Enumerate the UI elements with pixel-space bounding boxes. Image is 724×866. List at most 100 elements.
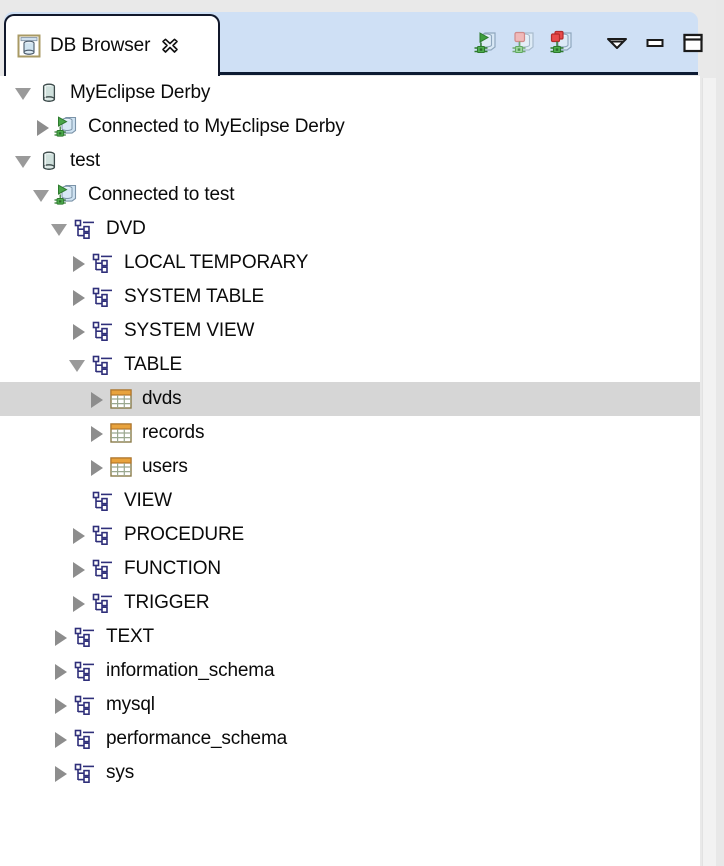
tree-row[interactable]: VIEW: [0, 484, 700, 518]
collapse-triangle-icon[interactable]: [14, 151, 34, 171]
expand-triangle-icon[interactable]: [68, 559, 88, 579]
tree-row-label: dvds: [142, 388, 182, 409]
tab-label: DB Browser: [50, 35, 151, 56]
close-icon[interactable]: [160, 36, 180, 56]
triangle-glyph: [69, 360, 85, 372]
tree-row-label: VIEW: [124, 490, 172, 511]
schema-icon: [72, 658, 98, 684]
schema-icon: [90, 250, 116, 276]
schema-icon: [72, 760, 98, 786]
tree-row-label: performance_schema: [106, 728, 288, 749]
tree-row[interactable]: TABLE: [0, 348, 700, 382]
connect-button[interactable]: [468, 23, 506, 63]
collapse-triangle-icon[interactable]: [50, 219, 70, 239]
db-browser-view: DB Browser MyEclipse Derby Connected to …: [0, 0, 724, 866]
tree-row[interactable]: MyEclipse Derby: [0, 76, 700, 110]
schema-icon: [90, 318, 116, 344]
expand-triangle-icon[interactable]: [68, 525, 88, 545]
tree-row[interactable]: TEXT: [0, 620, 700, 654]
triangle-glyph: [73, 256, 85, 272]
expand-triangle-icon[interactable]: [68, 287, 88, 307]
tree-row-label: information_schema: [106, 660, 275, 681]
database-cylinder-icon: [36, 148, 62, 174]
expand-triangle-icon[interactable]: [86, 423, 106, 443]
tree-row[interactable]: records: [0, 416, 700, 450]
triangle-glyph: [73, 290, 85, 306]
database-cylinder-icon: [36, 80, 62, 106]
tree-row[interactable]: FUNCTION: [0, 552, 700, 586]
expand-triangle-icon[interactable]: [68, 593, 88, 613]
expand-triangle-icon[interactable]: [86, 389, 106, 409]
tree-row[interactable]: mysql: [0, 688, 700, 722]
tree-row[interactable]: LOCAL TEMPORARY: [0, 246, 700, 280]
tree-row-label: TRIGGER: [124, 592, 210, 613]
tree-row[interactable]: Connected to MyEclipse Derby: [0, 110, 700, 144]
expand-triangle-icon[interactable]: [50, 695, 70, 715]
disconnect-button[interactable]: [506, 23, 544, 63]
tree-row[interactable]: dvds: [0, 382, 700, 416]
tree-row[interactable]: users: [0, 450, 700, 484]
expand-triangle-icon[interactable]: [50, 661, 70, 681]
schema-icon: [72, 726, 98, 752]
triangle-glyph: [73, 596, 85, 612]
minimize-button[interactable]: [636, 23, 674, 63]
schema-icon: [90, 352, 116, 378]
tree-row[interactable]: DVD: [0, 212, 700, 246]
tree-row[interactable]: PROCEDURE: [0, 518, 700, 552]
triangle-glyph: [37, 120, 49, 136]
tree-row-label: FUNCTION: [124, 558, 221, 579]
triangle-glyph: [55, 630, 67, 646]
tree-row-label: MyEclipse Derby: [70, 82, 211, 103]
table-icon: [108, 386, 134, 412]
tree-row-label: SYSTEM VIEW: [124, 320, 255, 341]
collapse-triangle-icon[interactable]: [14, 83, 34, 103]
vertical-scrollbar[interactable]: [702, 78, 716, 866]
tree-row-label: SYSTEM TABLE: [124, 286, 265, 307]
tree-row-label: DVD: [106, 218, 146, 239]
right-gutter: [716, 0, 724, 866]
expand-triangle-icon[interactable]: [50, 763, 70, 783]
schema-icon: [72, 692, 98, 718]
triangle-glyph: [51, 224, 67, 236]
schema-icon: [72, 624, 98, 650]
tree-row[interactable]: test: [0, 144, 700, 178]
table-icon: [108, 420, 134, 446]
expand-triangle-icon[interactable]: [50, 627, 70, 647]
tab-db-browser[interactable]: DB Browser: [4, 14, 220, 76]
maximize-button[interactable]: [674, 23, 712, 63]
database-tree[interactable]: MyEclipse Derby Connected to MyEclipse De…: [0, 76, 700, 866]
triangle-glyph: [15, 88, 31, 100]
triangle-glyph: [15, 156, 31, 168]
schema-icon: [90, 522, 116, 548]
tree-row[interactable]: Connected to test: [0, 178, 700, 212]
triangle-glyph: [55, 766, 67, 782]
view-toolbar: [468, 18, 712, 68]
triangle-glyph: [33, 190, 49, 202]
view-menu-button[interactable]: [598, 23, 636, 63]
schema-icon: [90, 488, 116, 514]
tree-row[interactable]: information_schema: [0, 654, 700, 688]
tree-row[interactable]: TRIGGER: [0, 586, 700, 620]
expand-triangle-icon[interactable]: [32, 117, 52, 137]
disconnect-all-button[interactable]: [544, 23, 582, 63]
triangle-glyph: [55, 732, 67, 748]
tree-row-label: mysql: [106, 694, 155, 715]
collapse-triangle-icon[interactable]: [32, 185, 52, 205]
database-connected-icon: [54, 114, 80, 140]
expand-triangle-icon[interactable]: [68, 253, 88, 273]
triangle-glyph: [91, 392, 103, 408]
schema-icon: [72, 216, 98, 242]
tree-row[interactable]: SYSTEM TABLE: [0, 280, 700, 314]
tree-row-label: TEXT: [106, 626, 154, 647]
tree-row[interactable]: sys: [0, 756, 700, 790]
expand-triangle-icon[interactable]: [86, 457, 106, 477]
expand-triangle-icon[interactable]: [50, 729, 70, 749]
tree-row-label: Connected to test: [88, 184, 235, 205]
tree-row-label: test: [70, 150, 101, 171]
expand-triangle-icon[interactable]: [68, 321, 88, 341]
triangle-glyph: [73, 324, 85, 340]
tree-row[interactable]: performance_schema: [0, 722, 700, 756]
tree-row[interactable]: SYSTEM VIEW: [0, 314, 700, 348]
collapse-triangle-icon[interactable]: [68, 355, 88, 375]
database-connected-icon: [54, 182, 80, 208]
